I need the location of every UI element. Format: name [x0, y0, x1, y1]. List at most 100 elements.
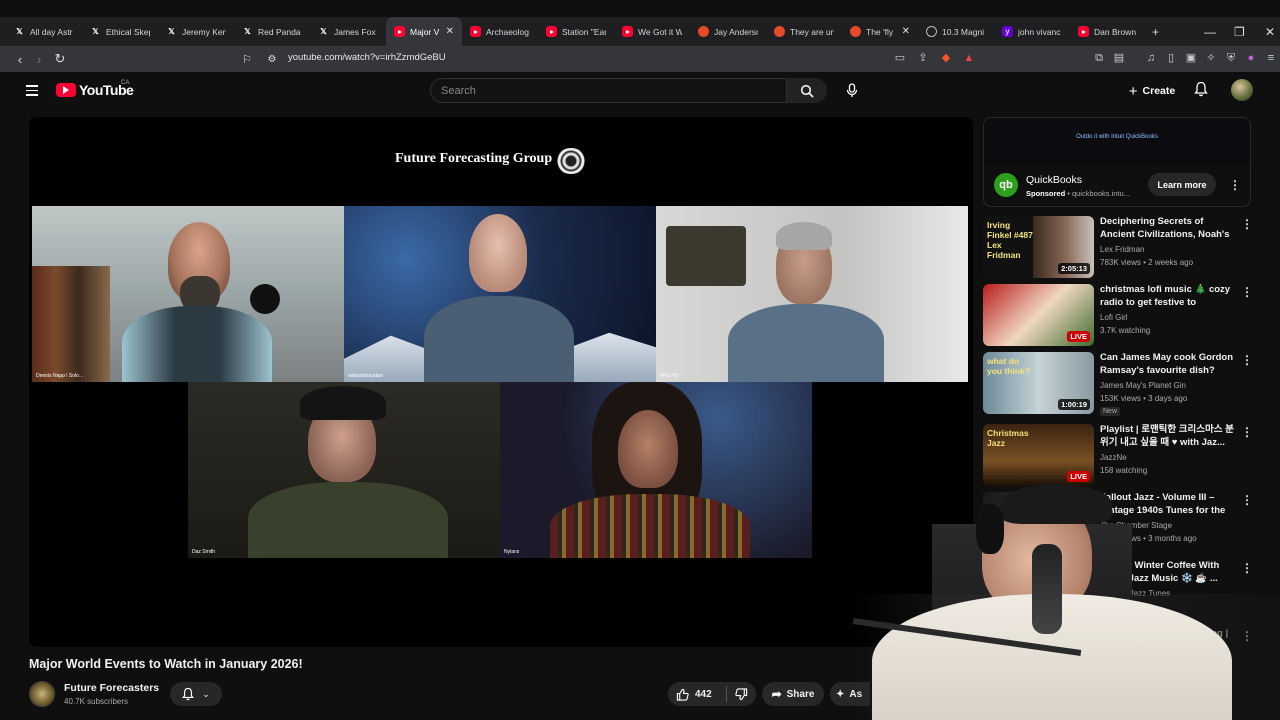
more-vert-icon[interactable]: ⋮ [1229, 179, 1241, 191]
maximize-button[interactable]: ❐ [1234, 17, 1245, 46]
search-button[interactable] [787, 78, 827, 103]
thumbs-down-icon[interactable] [735, 687, 748, 701]
participant-body [728, 304, 884, 382]
learn-more-button[interactable]: Learn more [1148, 173, 1216, 196]
youtube-icon [546, 26, 557, 37]
cast-icon[interactable]: ▭ [894, 52, 906, 64]
browser-tab[interactable]: Station "Ear [538, 17, 614, 46]
browser-tab[interactable]: We Got it W [614, 17, 690, 46]
recommended-video[interactable]: LIVE christmas lofi music 🎄 cozy radio to… [983, 284, 1253, 348]
more-vert-icon[interactable]: ⋮ [1241, 426, 1253, 438]
forward-icon[interactable]: › [29, 52, 49, 67]
sidebar-icon[interactable]: ▯ [1165, 52, 1177, 64]
more-vert-icon[interactable]: ⋮ [1241, 286, 1253, 298]
ad-domain: quickbooks.intu... [1071, 189, 1130, 198]
account-avatar[interactable] [1231, 79, 1253, 101]
tab-title: Red Panda [258, 26, 301, 37]
notifications-button[interactable] [1194, 81, 1208, 102]
browser-tab[interactable]: 𝕏 James Fox c [310, 17, 386, 46]
share-page-icon[interactable]: ⇪ [917, 52, 929, 64]
participant-body [550, 494, 750, 558]
recommended-title[interactable]: Deciphering Secrets of Ancient Civilizat… [1100, 216, 1235, 242]
browser-tab[interactable]: Archaeolog [462, 17, 538, 46]
browser-tab[interactable]: Jay Anderso [690, 17, 766, 46]
video-thumbnail[interactable]: what do you think? 1:00:19 [983, 352, 1094, 414]
site-info-icon[interactable]: ⚙ [262, 54, 282, 65]
create-button[interactable]: + Create [1121, 79, 1183, 103]
video-player[interactable]: Future Forecasting Group Dennis Napp l S… [29, 117, 973, 647]
leo-icon[interactable]: ✧ [1205, 52, 1217, 64]
more-vert-icon[interactable]: ⋮ [1241, 218, 1253, 230]
voice-search-button[interactable] [838, 78, 866, 103]
recommended-video[interactable]: Irving Finkel #487 Lex Fridman 2:05:13 Dec… [983, 216, 1253, 280]
tab-title: john vivanc [1018, 26, 1061, 37]
bookmark-icon[interactable]: ⚐ [237, 53, 257, 66]
bell-icon [182, 687, 195, 701]
subscription-bell-button[interactable]: ⌄ [170, 682, 222, 706]
video-thumbnail[interactable]: Christmas Jazz LIVE [983, 424, 1094, 486]
reddit-icon [850, 26, 861, 37]
more-vert-icon[interactable]: ⋮ [1241, 354, 1253, 366]
recommended-title[interactable]: Playlist | 로맨틱한 크리스마스 분위기 내고 싶을 때 ♥ with… [1100, 424, 1235, 449]
music-icon[interactable]: ♫ [1145, 52, 1157, 64]
channel-avatar[interactable] [29, 681, 55, 707]
tab-title: Jay Anderso [714, 26, 758, 37]
ad-banner[interactable]: Outdo it with Intuit QuickBooks [984, 118, 1250, 164]
recommended-channel[interactable]: James May's Planet Gin [1100, 381, 1186, 390]
new-tab-button[interactable]: + [1152, 17, 1159, 46]
browser-tab[interactable]: 𝕏 All day Astr [6, 17, 82, 46]
channel-name[interactable]: Future Forecasters [64, 682, 159, 694]
tab-title: Station "Ear [562, 26, 606, 37]
recommended-title[interactable]: christmas lofi music 🎄 cozy radio to get… [1100, 284, 1235, 309]
video-thumbnail[interactable]: LIVE [983, 284, 1094, 346]
extensions-icon[interactable]: ⧉ [1093, 52, 1105, 64]
recommended-video[interactable]: Christmas Jazz LIVE Playlist | 로맨틱한 크리스마스 … [983, 424, 1253, 488]
participant-face [618, 410, 678, 488]
like-count[interactable]: 442 [695, 689, 712, 700]
browser-tab[interactable]: The 'fly ✕ [842, 17, 918, 46]
share-label: Share [786, 688, 815, 700]
close-window-button[interactable]: ✕ [1265, 17, 1275, 46]
browser-tab[interactable]: 10.3 Magni [918, 17, 994, 46]
equipment [666, 226, 746, 286]
reload-icon[interactable]: ↻ [50, 51, 70, 67]
minimize-button[interactable]: — [1204, 17, 1216, 46]
browser-tab[interactable]: y john vivanc [994, 17, 1070, 46]
tab-title: Archaeolog [486, 26, 530, 37]
brave-shield-icon[interactable]: ◆ [940, 52, 952, 64]
browser-tab[interactable]: Major V ✕ [386, 17, 462, 46]
close-tab-icon[interactable]: ✕ [446, 26, 454, 37]
participant-tile: FFG HQ [656, 206, 968, 382]
url-field[interactable]: youtube.com/watch?v=irhZzmdGeBU [288, 52, 446, 63]
microphone-icon [846, 83, 858, 97]
video-thumbnail[interactable]: Irving Finkel #487 Lex Fridman 2:05:13 [983, 216, 1094, 278]
recommended-channel[interactable]: Lex Fridman [1100, 245, 1144, 254]
create-label: Create [1142, 85, 1176, 97]
vpn-icon[interactable]: ⛨ [1225, 52, 1237, 64]
share-button[interactable]: ➦ Share [762, 682, 824, 706]
browser-tab[interactable]: 𝕏 Ethical Skep [82, 17, 158, 46]
tab-title: 10.3 Magni [942, 26, 985, 37]
recommended-video[interactable]: what do you think? 1:00:19 Can James May c… [983, 352, 1253, 416]
recommended-title[interactable]: Can James May cook Gordon Ramsay's favou… [1100, 352, 1235, 377]
browser-tab[interactable]: 𝕏 Red Panda [234, 17, 310, 46]
sponsored-ad-card[interactable]: Outdo it with Intuit QuickBooks qb Quick… [983, 117, 1251, 207]
wallet-icon[interactable]: ▣ [1185, 52, 1197, 64]
menu-hamburger-icon[interactable] [26, 85, 38, 99]
back-icon[interactable]: ‹ [10, 52, 30, 67]
brave-rewards-icon[interactable]: ▲ [963, 52, 975, 64]
search-input[interactable]: Search [430, 78, 787, 103]
browser-tab[interactable]: 𝕏 Jeremy Ken [158, 17, 234, 46]
close-tab-icon[interactable]: ✕ [902, 26, 910, 37]
thumbs-up-icon[interactable] [676, 688, 689, 701]
browser-tab[interactable]: They are un [766, 17, 842, 46]
forecasting-group-logo-icon [555, 148, 587, 174]
like-dislike-group: 442 [668, 682, 756, 706]
recommended-channel[interactable]: Lofi Girl [1100, 313, 1128, 322]
menu-icon[interactable]: ≡ [1265, 52, 1277, 64]
yahoo-icon: y [1002, 26, 1013, 37]
reader-icon[interactable]: ▤ [1113, 52, 1125, 64]
recommended-channel[interactable]: JazzNe [1100, 453, 1127, 462]
browser-tab[interactable]: Dan Brown [1070, 17, 1146, 46]
profile-icon[interactable]: ● [1245, 52, 1257, 64]
